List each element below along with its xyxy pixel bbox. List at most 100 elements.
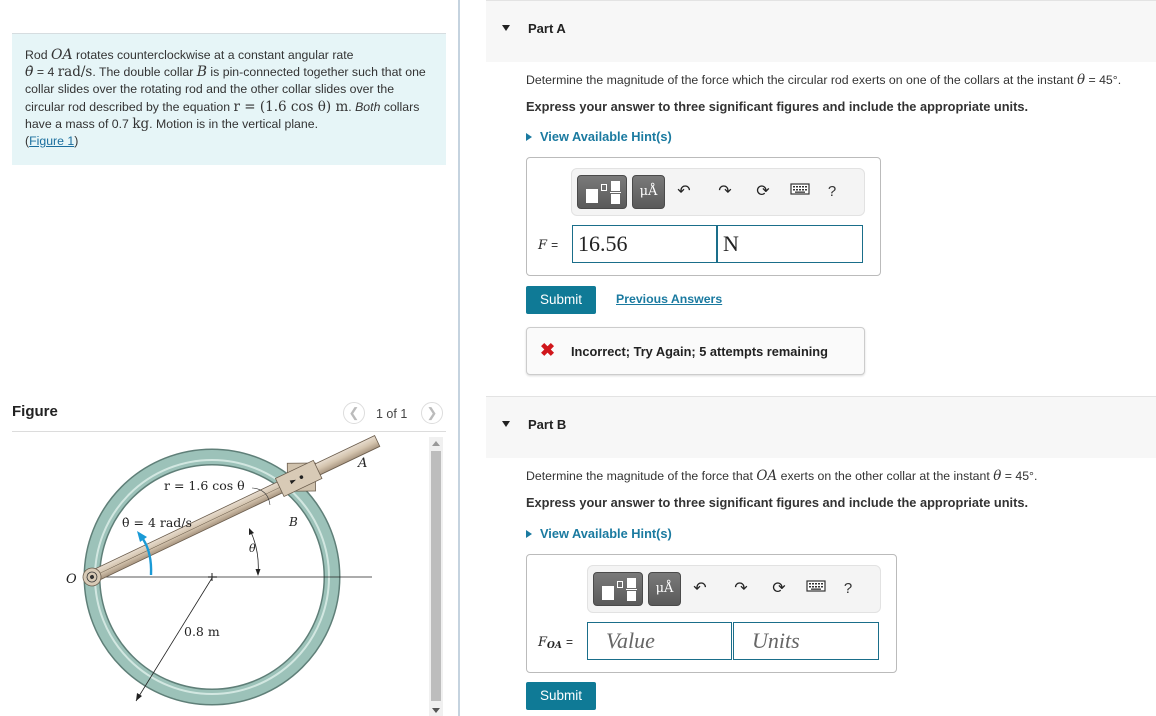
figure-label-a: A (357, 456, 367, 471)
figure-scrollbar[interactable] (429, 437, 443, 716)
problem-text: Both (355, 99, 381, 114)
part-a-header[interactable]: Part A (486, 0, 1156, 62)
caret-down-icon[interactable] (502, 25, 510, 31)
help-icon[interactable]: ? (822, 182, 842, 202)
previous-answers-link[interactable]: Previous Answers (616, 292, 722, 306)
caret-right-icon (526, 133, 532, 141)
part-a-title: Part A (528, 21, 566, 36)
figure-label-equation: r = 1.6 cos θ (164, 478, 245, 493)
hint-label: View Available Hint(s) (540, 526, 672, 541)
keyboard-icon[interactable] (806, 579, 826, 599)
figure-counter: 1 of 1 (376, 407, 408, 421)
parts-pane: Part A Determine the magnitude of the fo… (486, 0, 1156, 716)
math-toolbar: μÅ ↶ ↷ ⟳ ? (571, 168, 865, 216)
help-icon[interactable]: ? (838, 579, 858, 599)
reset-icon[interactable]: ⟳ (753, 182, 773, 202)
question-text: = 45°. (1001, 469, 1038, 483)
part-a-hint-link[interactable]: View Available Hint(s) (526, 129, 672, 144)
caret-right-icon (526, 530, 532, 538)
part-b-units-input[interactable]: Units (733, 622, 879, 660)
figure-label-theta: θ (249, 542, 256, 555)
problem-text: . Motion is in the vertical plane. (149, 116, 318, 131)
part-b-header[interactable]: Part B (486, 396, 1156, 458)
mechanism-diagram: r = 1.6 cos θ θ̇ = 4 rad/s A B O θ 0.8 m (66, 435, 381, 706)
redo-icon[interactable]: ↷ (731, 579, 751, 599)
figure-next-button[interactable]: ❯ (421, 402, 443, 424)
undo-icon[interactable]: ↶ (674, 182, 694, 202)
part-a-units-input[interactable]: N (717, 225, 863, 263)
problem-text: . The double collar (92, 65, 197, 80)
templates-button[interactable] (577, 175, 627, 209)
collar-name: B (196, 64, 208, 81)
keyboard-icon[interactable] (790, 182, 810, 202)
part-b-submit-button[interactable]: Submit (526, 682, 596, 710)
scrollbar-thumb[interactable] (431, 451, 441, 701)
scroll-down-icon[interactable] (432, 708, 440, 713)
rotation-arrowhead (137, 531, 147, 542)
equation: r = (1.6 cos θ) m (233, 98, 349, 115)
part-a-variable-label: F = (538, 238, 558, 253)
templates-button[interactable] (593, 572, 643, 606)
pane-divider[interactable] (458, 0, 460, 716)
reset-icon[interactable]: ⟳ (769, 579, 789, 599)
figure-prev-button[interactable]: ❮ (343, 402, 365, 424)
variable-subscript: OA (547, 641, 562, 651)
chevron-right-icon: ❯ (426, 405, 438, 420)
problem-text: = 4 (33, 65, 58, 80)
scroll-up-icon[interactable] (432, 441, 440, 446)
problem-text: rotates counterclockwise at a constant a… (72, 48, 354, 62)
part-b-instructions: Express your answer to three significant… (526, 495, 1029, 510)
mass-units: kg (132, 115, 150, 132)
question-text: Determine the magnitude of the force whi… (526, 73, 1077, 87)
figure-label-o: O (66, 572, 77, 587)
part-a-answer-box: μÅ ↶ ↷ ⟳ ? F = 16.56 N (526, 157, 881, 276)
rod-name: OA (756, 468, 778, 484)
question-text: exerts on the other collar at the instan… (777, 469, 994, 483)
question-text: = 45°. (1085, 73, 1122, 87)
chevron-left-icon: ❮ (348, 405, 360, 420)
part-a-feedback: ✖ Incorrect; Try Again; 5 attempts remai… (526, 327, 865, 375)
theta-arrowhead (249, 528, 254, 535)
x-icon: ✖ (540, 340, 556, 360)
figure-label-angular-rate: θ̇ = 4 rad/s (122, 515, 192, 530)
figure-header: Figure ❮ 1 of 1 ❯ (12, 400, 446, 432)
figure-label-radius: 0.8 m (184, 624, 220, 639)
units-icon: μÅ (655, 581, 674, 596)
problem-text: Rod (25, 48, 51, 62)
units-icon: μÅ (639, 184, 658, 199)
question-text: Determine the magnitude of the force tha… (526, 469, 757, 483)
part-b-question: Determine the magnitude of the force tha… (526, 468, 1037, 484)
variable-name: F (538, 238, 548, 253)
part-b-hint-link[interactable]: View Available Hint(s) (526, 526, 672, 541)
figure-title: Figure (12, 403, 58, 420)
rod-name: OA (50, 47, 73, 63)
units-button[interactable]: μÅ (648, 572, 681, 606)
redo-icon[interactable]: ↷ (715, 182, 735, 202)
part-b-answer-box: μÅ ↶ ↷ ⟳ ? FOA = Value Units (526, 554, 897, 673)
part-a-question: Determine the magnitude of the force whi… (526, 72, 1121, 88)
part-b-value-input[interactable]: Value (587, 622, 732, 660)
undo-icon[interactable]: ↶ (690, 579, 710, 599)
radius-arrowhead (136, 693, 142, 701)
caret-down-icon[interactable] (502, 421, 510, 427)
math-toolbar: μÅ ↶ ↷ ⟳ ? (587, 565, 881, 613)
part-a-submit-button[interactable]: Submit (526, 286, 596, 314)
problem-statement: Rod OA rotates counterclockwise at a con… (12, 33, 446, 165)
theta-symbol: θ (1076, 72, 1086, 88)
part-a-value-input[interactable]: 16.56 (572, 225, 717, 263)
variable-name: F (538, 635, 548, 650)
feedback-message: Incorrect; Try Again; 5 attempts remaini… (571, 344, 828, 359)
rate-units: rad/s (57, 64, 93, 81)
part-b-title: Part B (528, 417, 567, 432)
units-button[interactable]: μÅ (632, 175, 665, 209)
part-b-variable-label: FOA = (538, 635, 573, 651)
paren: ) (74, 134, 79, 149)
problem-pane: Rod OA rotates counterclockwise at a con… (0, 0, 458, 716)
hint-label: View Available Hint(s) (540, 129, 672, 144)
equals-sign: = (551, 238, 559, 252)
equals-sign: = (566, 635, 574, 649)
theta-arrowhead (255, 569, 261, 576)
figure-link[interactable]: Figure 1 (29, 134, 74, 148)
figure-image: r = 1.6 cos θ θ̇ = 4 rad/s A B O θ 0.8 m (12, 433, 430, 716)
figure-label-b: B (288, 515, 298, 529)
